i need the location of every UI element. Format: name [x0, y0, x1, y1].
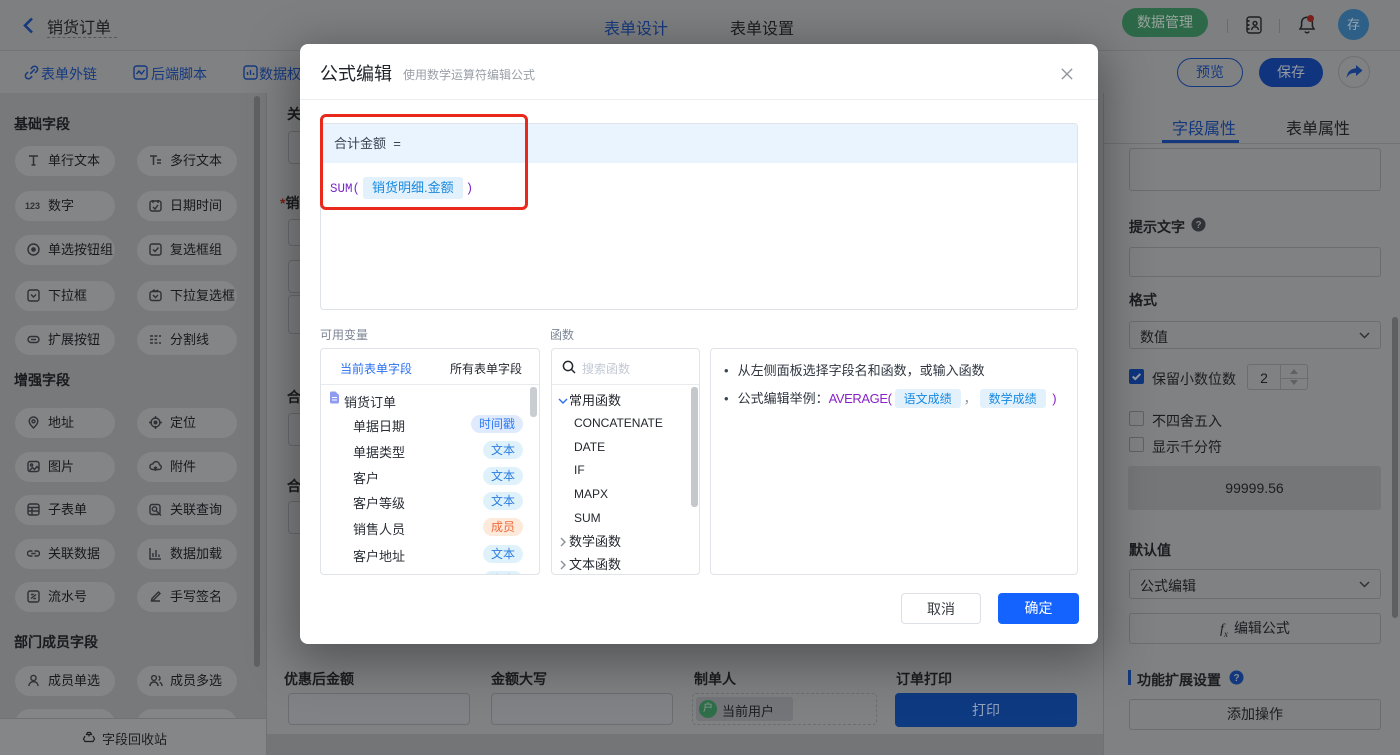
svg-text:?: ?: [1233, 673, 1239, 684]
svg-text:?: ?: [1195, 220, 1201, 231]
